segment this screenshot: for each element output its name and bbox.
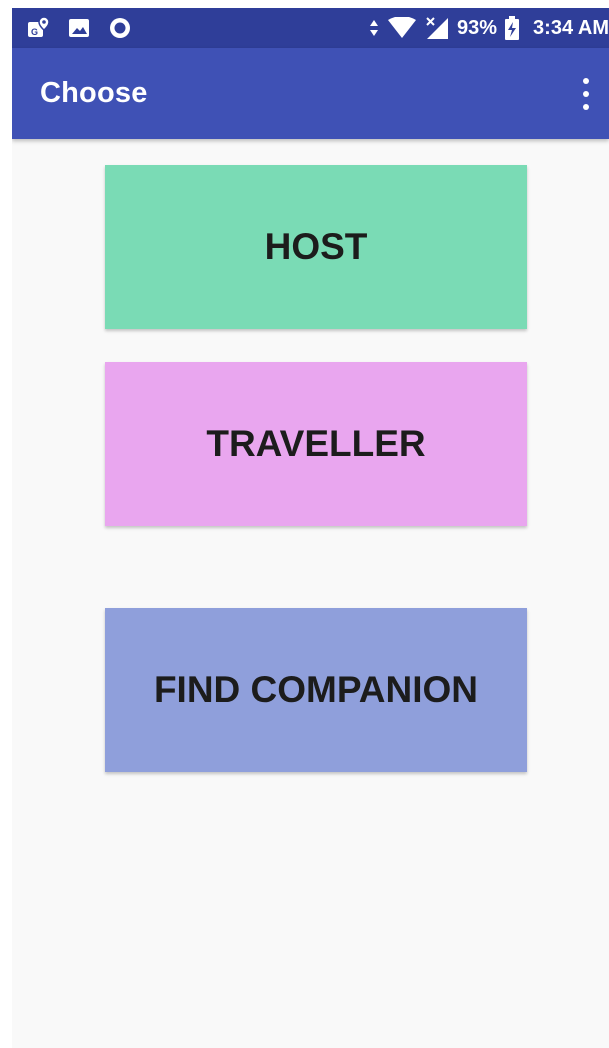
signal-icon xyxy=(425,16,449,40)
app-bar: Choose xyxy=(12,48,609,139)
battery-percentage: 93% xyxy=(457,16,498,39)
clock-time: 3:34 AM xyxy=(533,16,609,39)
circle-notification-icon xyxy=(108,16,132,40)
status-right-icons: 93% 3:34 AM xyxy=(369,8,609,48)
menu-dot xyxy=(583,104,589,110)
menu-dot xyxy=(583,78,589,84)
find-companion-button[interactable]: FIND COMPANION xyxy=(105,608,527,772)
battery-charging-icon xyxy=(505,16,520,40)
traveller-button[interactable]: TRAVELLER xyxy=(105,362,527,526)
status-left-icons: G xyxy=(26,8,132,48)
image-notification-icon xyxy=(68,17,90,39)
screen: G 93% 3:34 AM Choose HOST TRAVELLER FIND… xyxy=(12,8,609,1048)
host-button[interactable]: HOST xyxy=(105,165,527,329)
maps-notification-icon: G xyxy=(26,16,50,40)
status-bar: G 93% 3:34 AM xyxy=(12,8,609,48)
wifi-icon xyxy=(387,17,417,39)
more-vert-icon[interactable] xyxy=(579,78,593,110)
svg-text:G: G xyxy=(31,27,38,37)
menu-dot xyxy=(583,91,589,97)
data-arrows-icon xyxy=(369,19,379,37)
page-title: Choose xyxy=(40,77,148,109)
